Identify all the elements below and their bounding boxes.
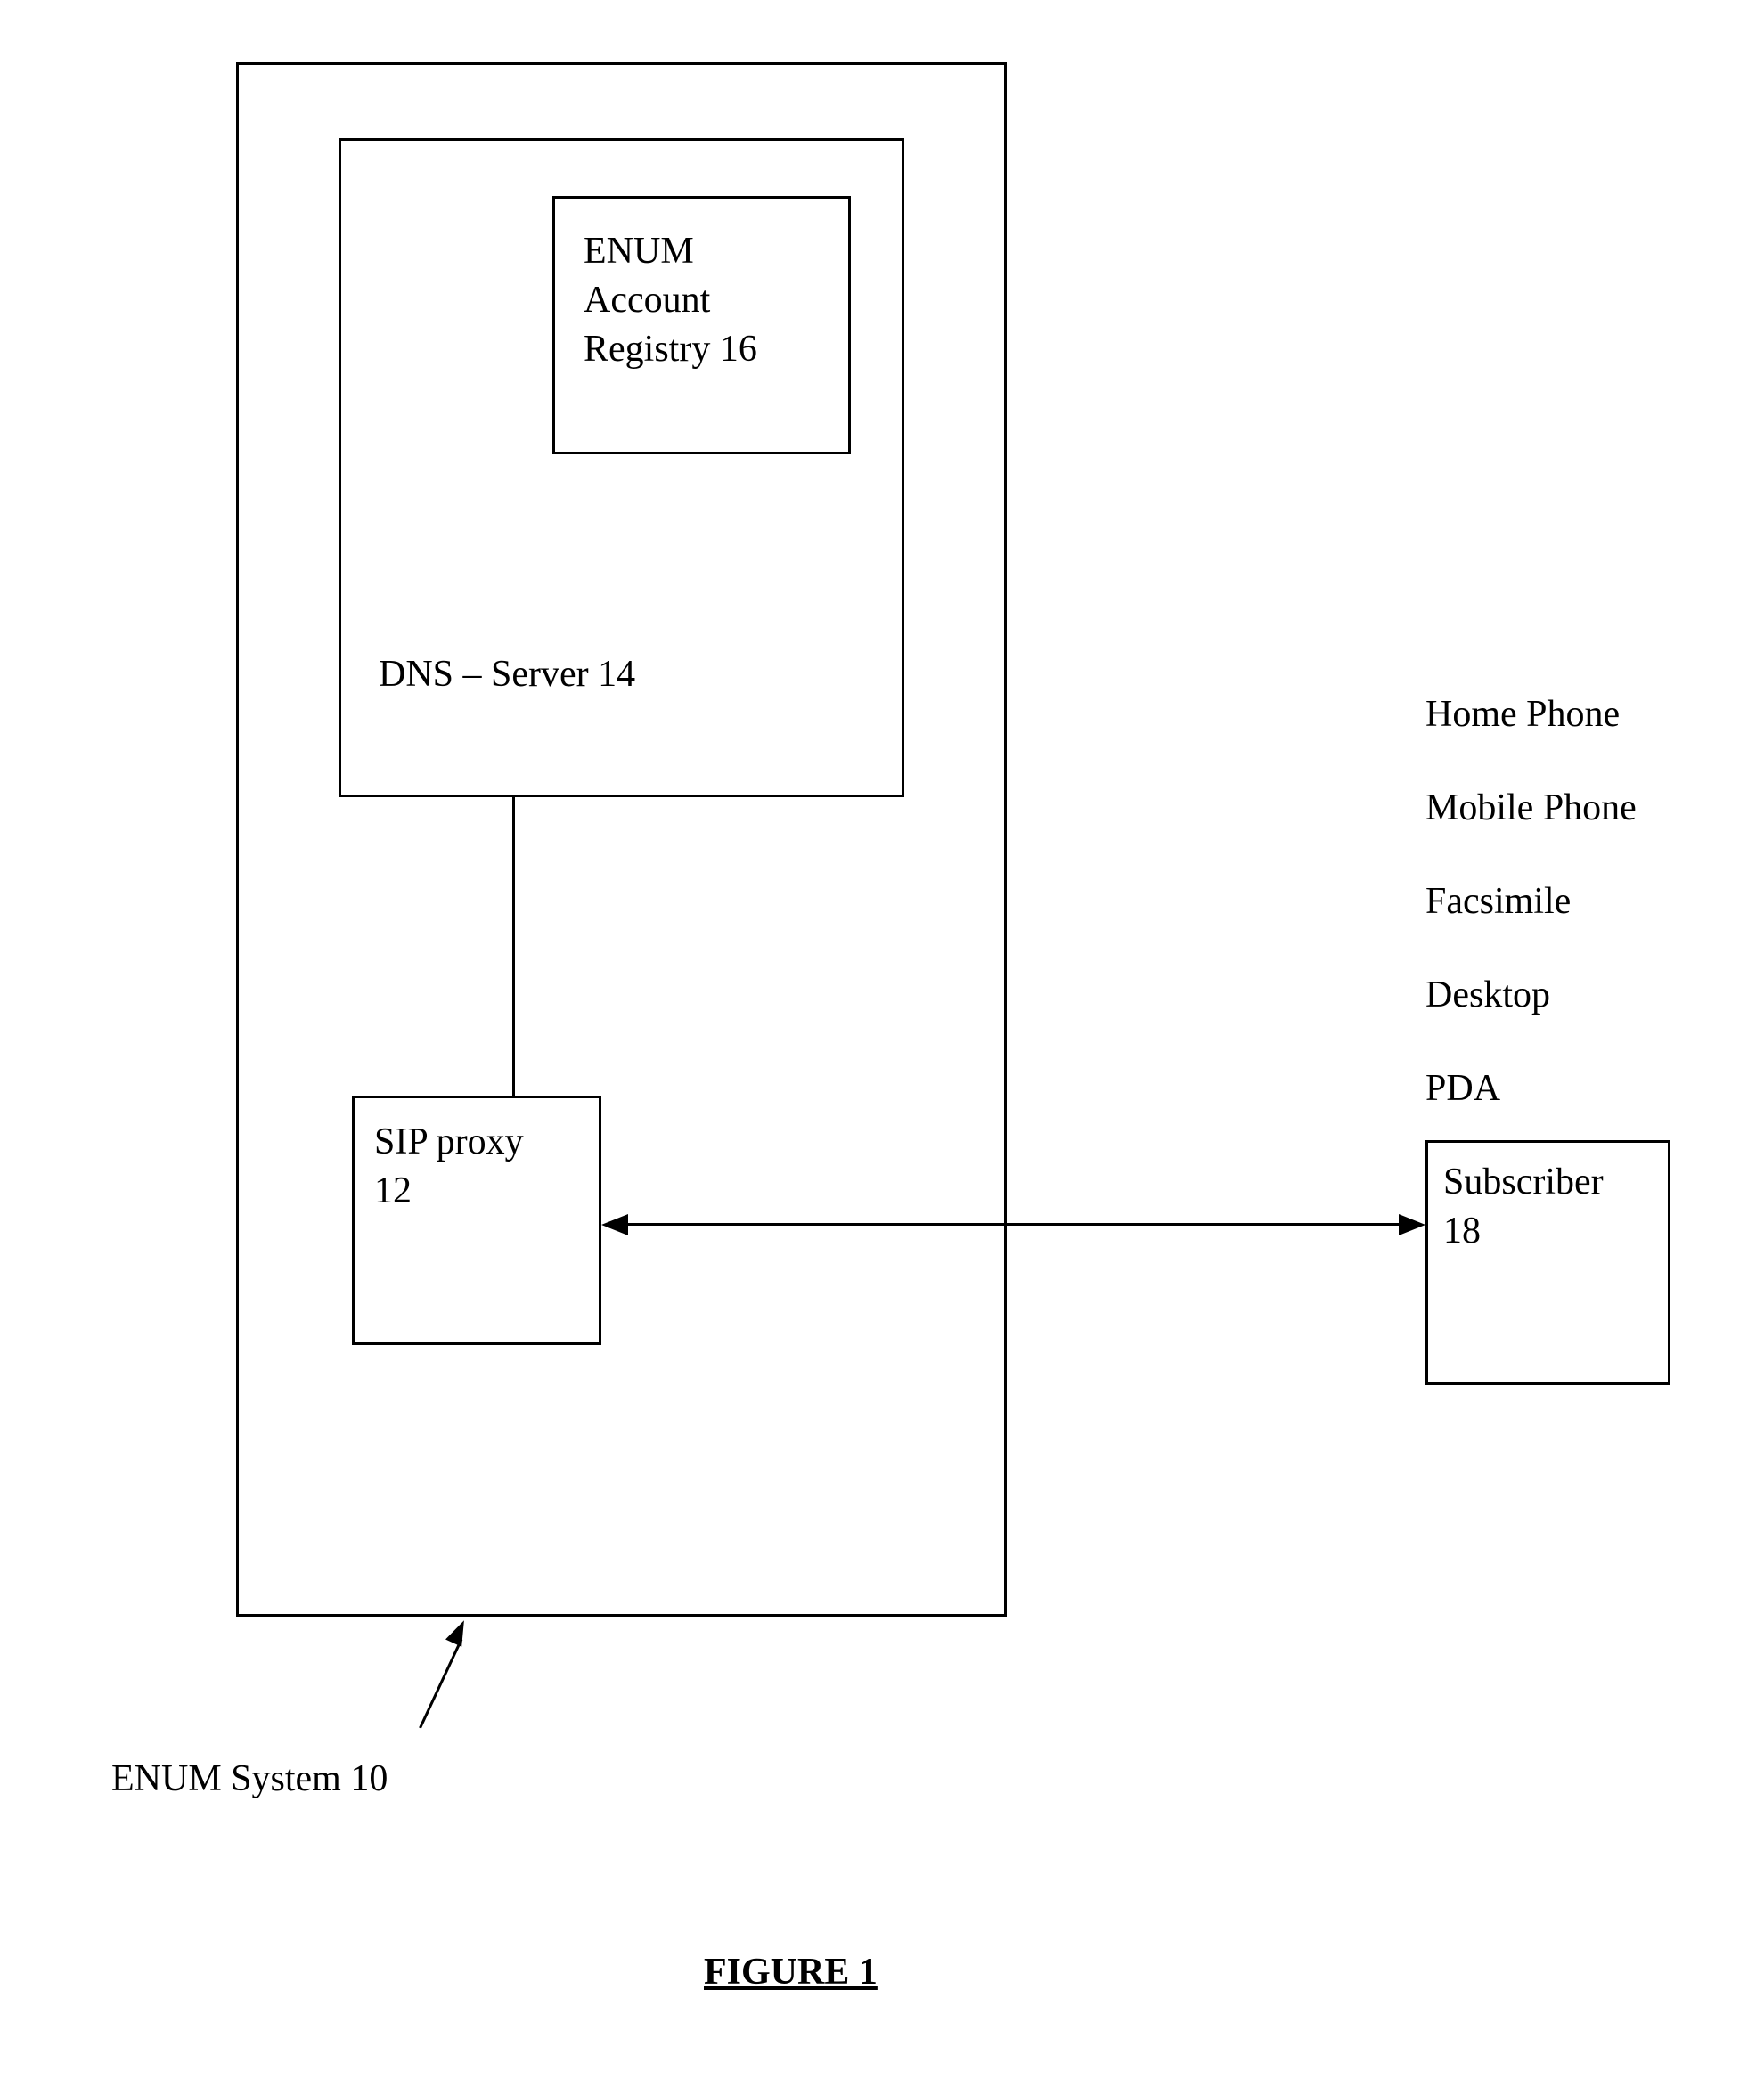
registry-line1: ENUM [584, 227, 694, 276]
device-facsimile: Facsimile [1425, 877, 1571, 926]
sip-subscriber-line [628, 1223, 1399, 1226]
arrow-right [1399, 1214, 1425, 1235]
pointer-line [419, 1639, 462, 1729]
enum-system-label: ENUM System 10 [111, 1755, 388, 1804]
device-mobile-phone: Mobile Phone [1425, 784, 1637, 833]
arrow-left [601, 1214, 628, 1235]
registry-line2: Account [584, 276, 710, 325]
subscriber-line2: 18 [1443, 1207, 1481, 1256]
device-pda: PDA [1425, 1064, 1500, 1113]
device-home-phone: Home Phone [1425, 690, 1620, 739]
dns-to-sip-line [512, 797, 515, 1096]
registry-line3: Registry 16 [584, 325, 757, 374]
device-desktop: Desktop [1425, 971, 1550, 1020]
subscriber-line1: Subscriber [1443, 1158, 1604, 1207]
sip-proxy-line2: 12 [374, 1167, 412, 1216]
pointer-arrowhead [445, 1617, 472, 1647]
figure-title: FIGURE 1 [704, 1951, 878, 1993]
sip-proxy-line1: SIP proxy [374, 1118, 524, 1167]
dns-server-label: DNS – Server 14 [379, 650, 635, 699]
